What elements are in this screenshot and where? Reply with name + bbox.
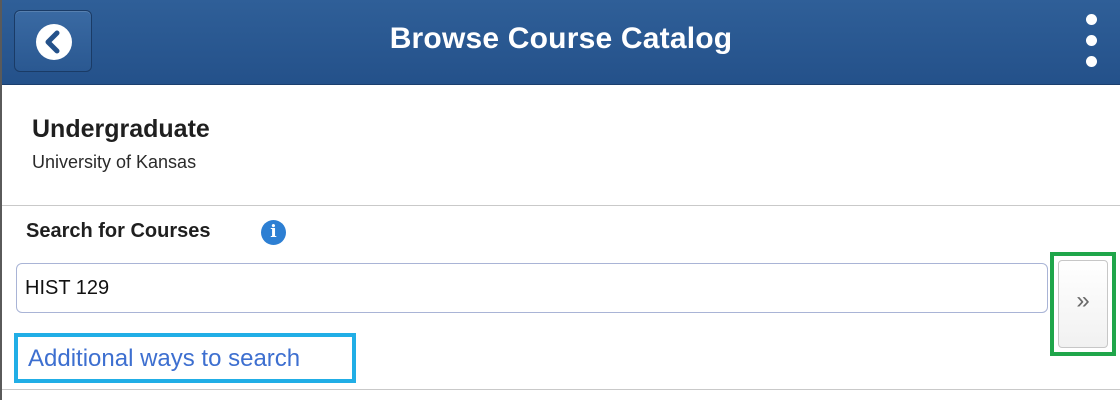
search-label: Search for Courses [26, 220, 211, 242]
institution-info: Undergraduate University of Kansas [2, 85, 1120, 205]
course-search-input[interactable] [16, 263, 1048, 313]
page-title: Browse Course Catalog [389, 22, 733, 55]
career-heading: Undergraduate [32, 115, 210, 143]
additional-ways-to-search-link[interactable]: Additional ways to search [28, 345, 300, 373]
top-header-bar: Browse Course Catalog [2, 0, 1120, 85]
vertical-ellipsis-icon[interactable] [1072, 8, 1112, 74]
bottom-divider [2, 389, 1120, 390]
go-button-highlight: » [1050, 252, 1116, 356]
additional-search-highlight: Additional ways to search [14, 333, 356, 383]
search-go-button[interactable]: » [1058, 260, 1108, 348]
course-catalog-page: Browse Course Catalog Undergraduate Univ… [0, 0, 1120, 400]
info-icon[interactable]: i [261, 220, 286, 245]
school-name: University of Kansas [32, 152, 197, 172]
section-divider [2, 205, 1120, 206]
